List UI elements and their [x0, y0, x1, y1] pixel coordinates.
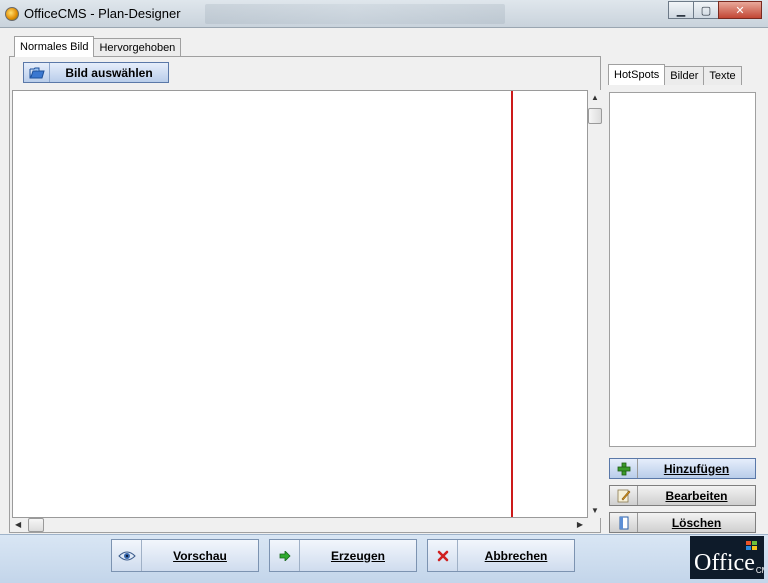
create-button[interactable]: Erzeugen [269, 539, 417, 572]
hotspot-list[interactable] [609, 92, 756, 447]
preview-button[interactable]: Vorschau [111, 539, 259, 572]
select-image-label: Bild auswählen [65, 65, 153, 80]
scroll-down-icon[interactable]: ▼ [591, 506, 599, 515]
maximize-button[interactable]: ▢ [693, 1, 719, 19]
folder-open-icon [24, 63, 50, 82]
tab-texts[interactable]: Texte [703, 66, 742, 85]
maximize-icon: ▢ [700, 4, 712, 17]
background-window-ghost [205, 4, 505, 24]
bottom-action-bar: Vorschau Erzeugen Abbrechen [0, 534, 768, 583]
add-label: Hinzufügen [663, 461, 730, 476]
horizontal-scrollbar[interactable]: ◀ ▶ [12, 518, 588, 532]
scroll-left-icon[interactable]: ◀ [15, 520, 21, 529]
window-controls: ▁ ▢ ✕ [668, 1, 762, 19]
close-button[interactable]: ✕ [718, 1, 762, 19]
scroll-up-icon[interactable]: ▲ [591, 93, 599, 102]
select-image-button[interactable]: Bild auswählen [23, 62, 169, 83]
officecms-logo: Office CMS [690, 536, 764, 579]
edit-button[interactable]: Bearbeiten [609, 485, 756, 506]
element-tabs: HotSpots Bilder Texte [608, 64, 742, 85]
tab-images[interactable]: Bilder [664, 66, 705, 85]
create-label: Erzeugen [330, 548, 385, 563]
image-panel: Bild auswählen ▲ ▼ ◀ ▶ [9, 56, 602, 533]
image-tabs: Normales Bild Hervorgehoben [14, 36, 182, 57]
delete-button[interactable]: Löschen [609, 512, 756, 533]
delete-label: Löschen [671, 515, 722, 530]
delete-icon [610, 513, 638, 532]
canvas-guide-line [511, 91, 513, 517]
cross-icon [428, 540, 458, 571]
horizontal-scroll-thumb[interactable] [28, 518, 44, 532]
vertical-scroll-thumb[interactable] [588, 108, 602, 124]
design-canvas[interactable] [12, 90, 588, 518]
windows-flag-icon [746, 541, 758, 551]
tab-normal-image[interactable]: Normales Bild [14, 36, 95, 57]
cancel-label: Abbrechen [484, 548, 548, 563]
window-title: OfficeCMS - Plan-Designer [24, 6, 181, 21]
vertical-scrollbar[interactable]: ▲ ▼ [588, 90, 602, 518]
plus-icon [610, 459, 638, 478]
scroll-right-icon[interactable]: ▶ [577, 520, 583, 529]
eye-icon [112, 540, 142, 571]
tab-hotspots[interactable]: HotSpots [608, 64, 666, 85]
arrow-right-icon [270, 540, 300, 571]
logo-sub: CMS [755, 566, 764, 575]
tab-highlighted-image[interactable]: Hervorgehoben [93, 38, 182, 57]
add-button[interactable]: Hinzufügen [609, 458, 756, 479]
cancel-button[interactable]: Abbrechen [427, 539, 575, 572]
edit-note-icon [610, 486, 638, 505]
title-bar: OfficeCMS - Plan-Designer ▁ ▢ ✕ [0, 0, 768, 28]
preview-label: Vorschau [173, 548, 227, 563]
close-icon: ✕ [735, 4, 745, 17]
minimize-icon: ▁ [676, 4, 686, 17]
minimize-button[interactable]: ▁ [668, 1, 694, 19]
logo-word: Office [694, 550, 755, 576]
edit-label: Bearbeiten [665, 488, 728, 503]
app-icon [5, 7, 19, 21]
